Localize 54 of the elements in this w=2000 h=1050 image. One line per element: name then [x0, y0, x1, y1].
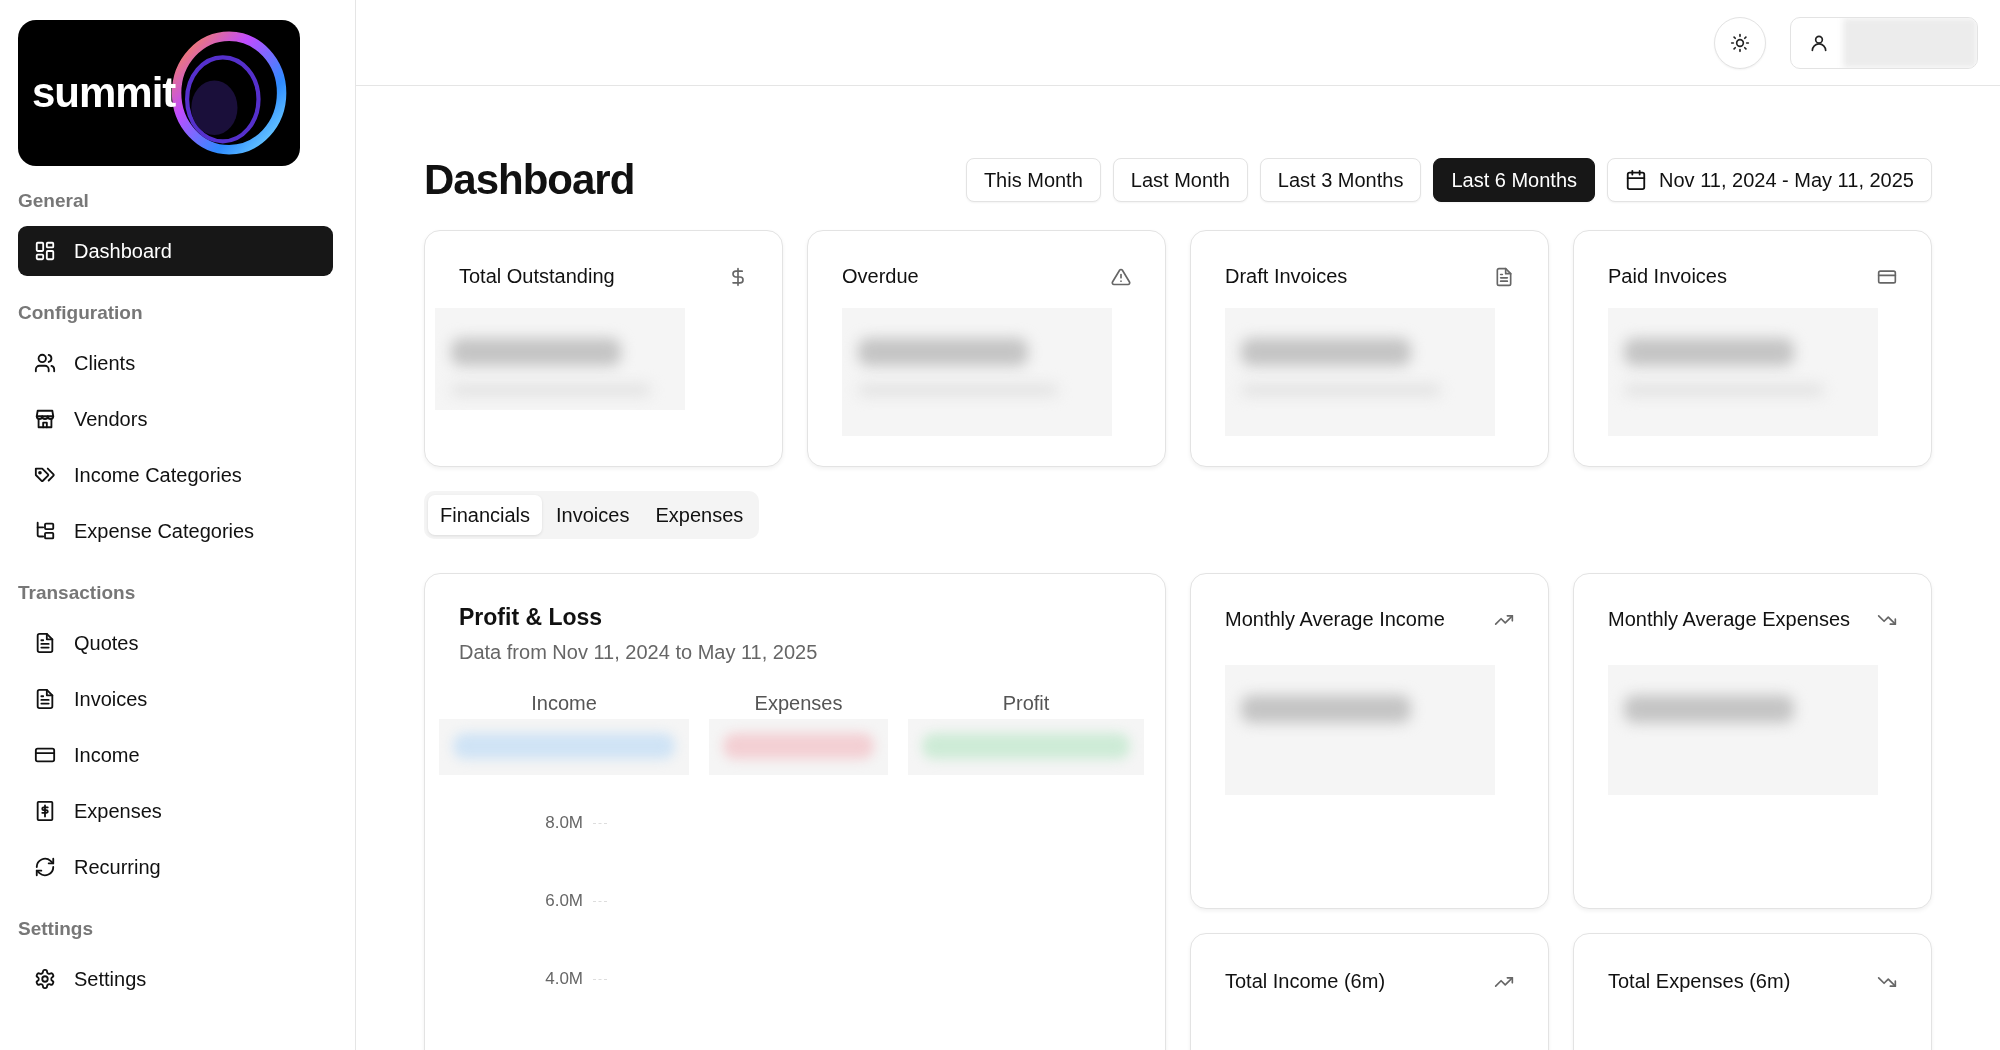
nav-item[interactable]: Clients: [18, 338, 333, 388]
axis-tick-label: 4.0M: [544, 969, 583, 989]
tab[interactable]: Invoices: [544, 495, 642, 535]
nav-item[interactable]: Dashboard: [18, 226, 333, 276]
axis-tick-label: 8.0M: [544, 813, 583, 833]
tab[interactable]: Financials: [428, 495, 543, 535]
section-heading: Configuration: [18, 302, 144, 324]
nav-item[interactable]: Invoices: [18, 674, 333, 724]
section-heading: General: [18, 190, 90, 212]
card-title: Overdue: [842, 265, 919, 288]
range-button[interactable]: Last 3 Months: [1259, 158, 1422, 202]
axis-tick-label: 6.0M: [544, 891, 583, 911]
section-heading: Settings: [18, 918, 94, 940]
legend-label: Profit: [1002, 692, 1050, 715]
theme-toggle-button[interactable]: [1714, 16, 1766, 69]
nav-item[interactable]: Expense Categories: [18, 506, 333, 556]
legend-label: Income: [531, 692, 597, 715]
card-title: Monthly Average Expenses: [1608, 608, 1850, 631]
calendar-icon: [1625, 169, 1647, 191]
store-icon: [34, 408, 56, 430]
nav-item[interactable]: Income: [18, 730, 333, 780]
refresh-icon: [34, 856, 56, 878]
card-subtitle: Data from Nov 11, 2024 to May 11, 2025: [459, 641, 819, 664]
nav-item[interactable]: Vendors: [18, 394, 333, 444]
nav-item[interactable]: Expenses: [18, 786, 333, 836]
legend-label: Expenses: [754, 692, 843, 715]
card-title: Total Expenses (6m): [1608, 970, 1791, 993]
warning-icon: [1111, 266, 1131, 287]
nav-item[interactable]: Income Categories: [18, 450, 333, 500]
card-title: Paid Invoices: [1608, 265, 1727, 288]
page-title: Dashboard: [424, 156, 635, 204]
nav-item[interactable]: Settings: [18, 954, 333, 1004]
users-icon: [34, 352, 56, 374]
grid-icon: [34, 240, 56, 262]
document-icon: [1494, 266, 1514, 287]
card-title: Total Income (6m): [1225, 970, 1386, 993]
settings-icon: [34, 968, 56, 990]
date-range-button[interactable]: Nov 11, 2024 - May 11, 2025: [1607, 158, 1932, 202]
nav-item[interactable]: Recurring: [18, 842, 333, 892]
sun-icon: [1730, 32, 1750, 53]
card-title: Total Outstanding: [459, 265, 615, 288]
nav-item[interactable]: Quotes: [18, 618, 333, 668]
tab[interactable]: Expenses: [643, 495, 756, 535]
receipt-icon: [34, 800, 56, 822]
card-title: Monthly Average Income: [1225, 608, 1445, 631]
range-button[interactable]: Last 6 Months: [1433, 158, 1595, 202]
card-title: Profit & Loss: [459, 604, 604, 631]
section-heading: Transactions: [18, 582, 137, 604]
range-button[interactable]: This Month: [965, 158, 1101, 202]
card-title: Draft Invoices: [1225, 265, 1348, 288]
document-icon: [34, 632, 56, 654]
range-button[interactable]: Last Month: [1112, 158, 1248, 202]
tree-icon: [34, 520, 56, 542]
document-icon: [34, 688, 56, 710]
